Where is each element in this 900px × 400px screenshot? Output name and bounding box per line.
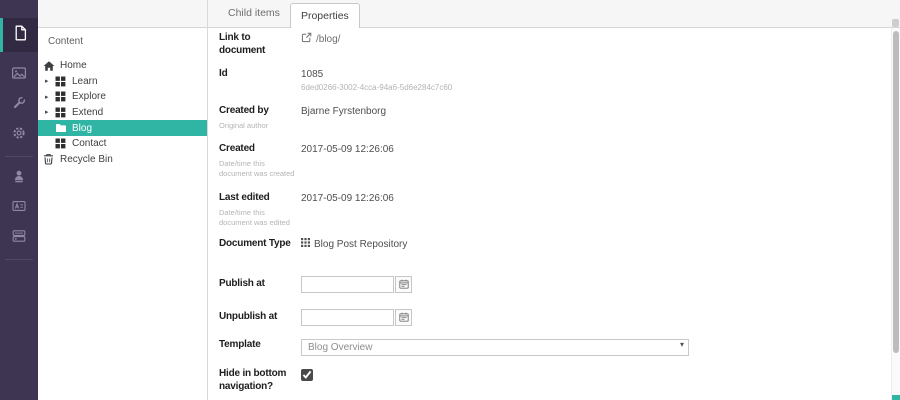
sidebar-item-users[interactable]	[0, 163, 38, 193]
grid-icon	[55, 91, 69, 102]
tree-item-label: Explore	[69, 91, 106, 102]
property-label: Created	[219, 143, 297, 156]
last-edited-value: 2017-05-09 12:26:06	[301, 192, 394, 205]
scrollbar-thumb[interactable]	[893, 31, 899, 353]
sidebar-item-content[interactable]	[0, 18, 38, 52]
tree-section-title: Content	[38, 34, 207, 47]
tree-item-extend[interactable]: ▸ Extend	[38, 105, 207, 121]
sidebar-item-members[interactable]	[0, 193, 38, 223]
sidebar-item-developer[interactable]	[0, 120, 38, 150]
publish-at-input[interactable]	[301, 276, 394, 293]
property-row-unpublish-at: Unpublish at	[219, 309, 891, 337]
content-tree: Content Home ▸ Learn ▸ Explore ▸	[38, 28, 207, 400]
property-label: Hide in bottom navigation?	[219, 368, 297, 393]
tab-child-items[interactable]: Child items	[218, 2, 290, 23]
grid-icon	[55, 138, 69, 149]
property-label: Document Type	[219, 238, 297, 251]
property-label: Unpublish at	[219, 311, 297, 324]
sidebar-item-media[interactable]	[0, 60, 38, 90]
umbraco-backoffice: Child items Properties Content Home ▸ Le…	[0, 0, 900, 400]
property-description: Date/time this document was edited	[219, 208, 297, 229]
server-icon	[11, 228, 27, 249]
tree-item-label: Recycle Bin	[57, 154, 113, 165]
tree-item-label: Extend	[69, 107, 103, 118]
calendar-icon	[399, 310, 409, 325]
property-row-hide-in-bottom-navigation: Hide in bottom navigation?	[219, 368, 891, 393]
id-card-icon	[11, 198, 27, 219]
item-arrangement-icon	[301, 238, 310, 251]
property-description: Date/time this document was created	[219, 159, 297, 180]
home-icon	[43, 60, 57, 72]
tree-item-contact[interactable]: Contact	[38, 136, 207, 152]
grid-icon	[55, 107, 69, 118]
property-label: Publish at	[219, 278, 297, 291]
property-label: Link to document	[219, 32, 297, 57]
document-guid: 6ded0266-3002-4cca-94a6-5d6e284c7c60	[301, 83, 452, 93]
scrollbar-corner	[892, 395, 900, 400]
grid-icon	[55, 76, 69, 87]
template-select[interactable]: Blog Overview	[301, 339, 689, 356]
properties-panel: Link to document /blog/ Id 1085 6ded0266…	[208, 28, 891, 400]
tree-item-blog[interactable]: Blog	[38, 120, 207, 136]
document-type-value: Blog Post Repository	[314, 238, 407, 251]
tree-item-label: Blog	[69, 123, 92, 134]
property-description: Original author	[219, 121, 297, 132]
property-row-template: Template Blog Overview ▾	[219, 337, 891, 368]
unpublish-at-calendar-button[interactable]	[395, 309, 412, 326]
scrollbar-up-button[interactable]	[892, 19, 899, 27]
trash-icon	[43, 153, 57, 165]
property-row-created: Created Date/time this document was crea…	[219, 143, 891, 192]
sidebar-item-settings[interactable]	[0, 90, 38, 120]
expand-arrow-icon[interactable]: ▸	[43, 93, 55, 101]
tab-properties[interactable]: Properties	[290, 3, 360, 28]
user-icon	[11, 168, 27, 189]
calendar-icon	[399, 277, 409, 292]
document-url: /blog/	[316, 33, 340, 46]
property-label: Last edited	[219, 192, 297, 205]
tree-item-label: Contact	[69, 138, 106, 149]
sidebar-divider	[5, 259, 33, 260]
tree-item-explore[interactable]: ▸ Explore	[38, 89, 207, 105]
property-label: Created by	[219, 105, 297, 118]
created-by-value: Bjarne Fyrstenborg	[301, 105, 386, 118]
hide-in-bottom-navigation-checkbox[interactable]	[301, 369, 313, 381]
wrench-icon	[11, 95, 27, 116]
sidebar-item-forms[interactable]	[0, 223, 38, 253]
unpublish-at-input[interactable]	[301, 309, 394, 326]
created-value: 2017-05-09 12:26:06	[301, 143, 394, 156]
external-link-icon	[301, 32, 312, 47]
tree-item-label: Learn	[69, 76, 98, 87]
panel-divider	[207, 0, 208, 400]
property-row-document-type: Document Type Blog Post Repository	[219, 238, 891, 276]
property-row-last-edited: Last edited Date/time this document was …	[219, 192, 891, 238]
property-row-created-by: Created by Original author Bjarne Fyrste…	[219, 105, 891, 143]
tree-item-home[interactable]: Home	[38, 58, 207, 74]
property-label: Template	[219, 339, 297, 352]
document-link[interactable]: /blog/	[301, 32, 340, 47]
expand-arrow-icon[interactable]: ▸	[43, 77, 55, 85]
document-icon	[13, 25, 28, 46]
tree-item-recycle-bin[interactable]: Recycle Bin	[38, 152, 207, 168]
property-row-id: Id 1085 6ded0266-3002-4cca-94a6-5d6e284c…	[219, 68, 891, 105]
gear-icon	[11, 125, 27, 146]
document-id: 1085	[301, 68, 452, 81]
sidebar-divider	[5, 156, 33, 157]
scrollbar-track[interactable]	[891, 28, 900, 400]
property-label: Id	[219, 68, 297, 81]
app-sidebar	[0, 0, 38, 400]
tree-item-label: Home	[57, 60, 87, 71]
media-icon	[11, 65, 27, 86]
expand-arrow-icon[interactable]: ▸	[43, 108, 55, 116]
property-row-link-to-document: Link to document /blog/	[219, 32, 891, 68]
editor-tab-bar: Child items Properties	[38, 0, 900, 28]
tree-item-learn[interactable]: ▸ Learn	[38, 74, 207, 90]
property-row-publish-at: Publish at	[219, 276, 891, 309]
folder-icon	[55, 122, 69, 134]
publish-at-calendar-button[interactable]	[395, 276, 412, 293]
